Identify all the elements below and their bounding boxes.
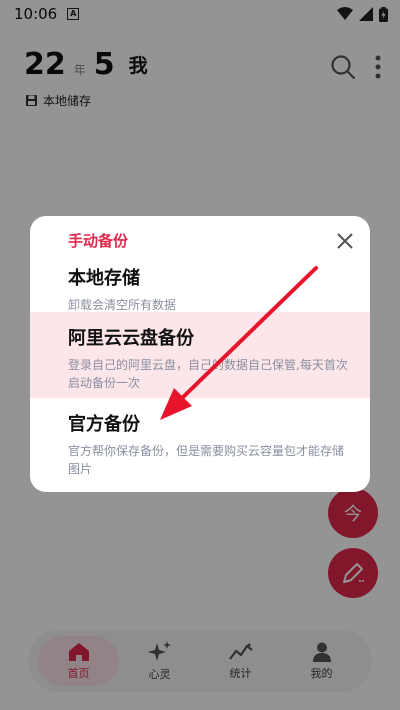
option-title: 本地存储: [68, 268, 140, 289]
close-icon[interactable]: [334, 230, 356, 252]
option-aliyun-backup[interactable]: 阿里云云盘备份 登录自己的阿里云盘，自己的数据自己保管,每天首次启动备份一次: [30, 312, 370, 398]
option-desc: 官方帮你保存备份，但是需要购买云容量包才能存储图片: [68, 444, 345, 476]
option-local-storage[interactable]: 本地存储 卸载会清空所有数据: [30, 258, 370, 312]
option-desc: 登录自己的阿里云盘，自己的数据自己保管,每天首次启动备份一次: [68, 358, 348, 390]
option-title: 阿里云云盘备份: [68, 328, 194, 349]
backup-dialog: 手动备份 本地存储 卸载会清空所有数据 阿里云云盘备份 登录自己的阿里云盘，自己…: [30, 216, 370, 492]
dialog-title: 手动备份: [68, 232, 129, 250]
option-official-backup[interactable]: 官方备份 官方帮你保存备份，但是需要购买云容量包才能存储图片: [30, 398, 370, 492]
option-title: 官方备份: [68, 414, 140, 435]
